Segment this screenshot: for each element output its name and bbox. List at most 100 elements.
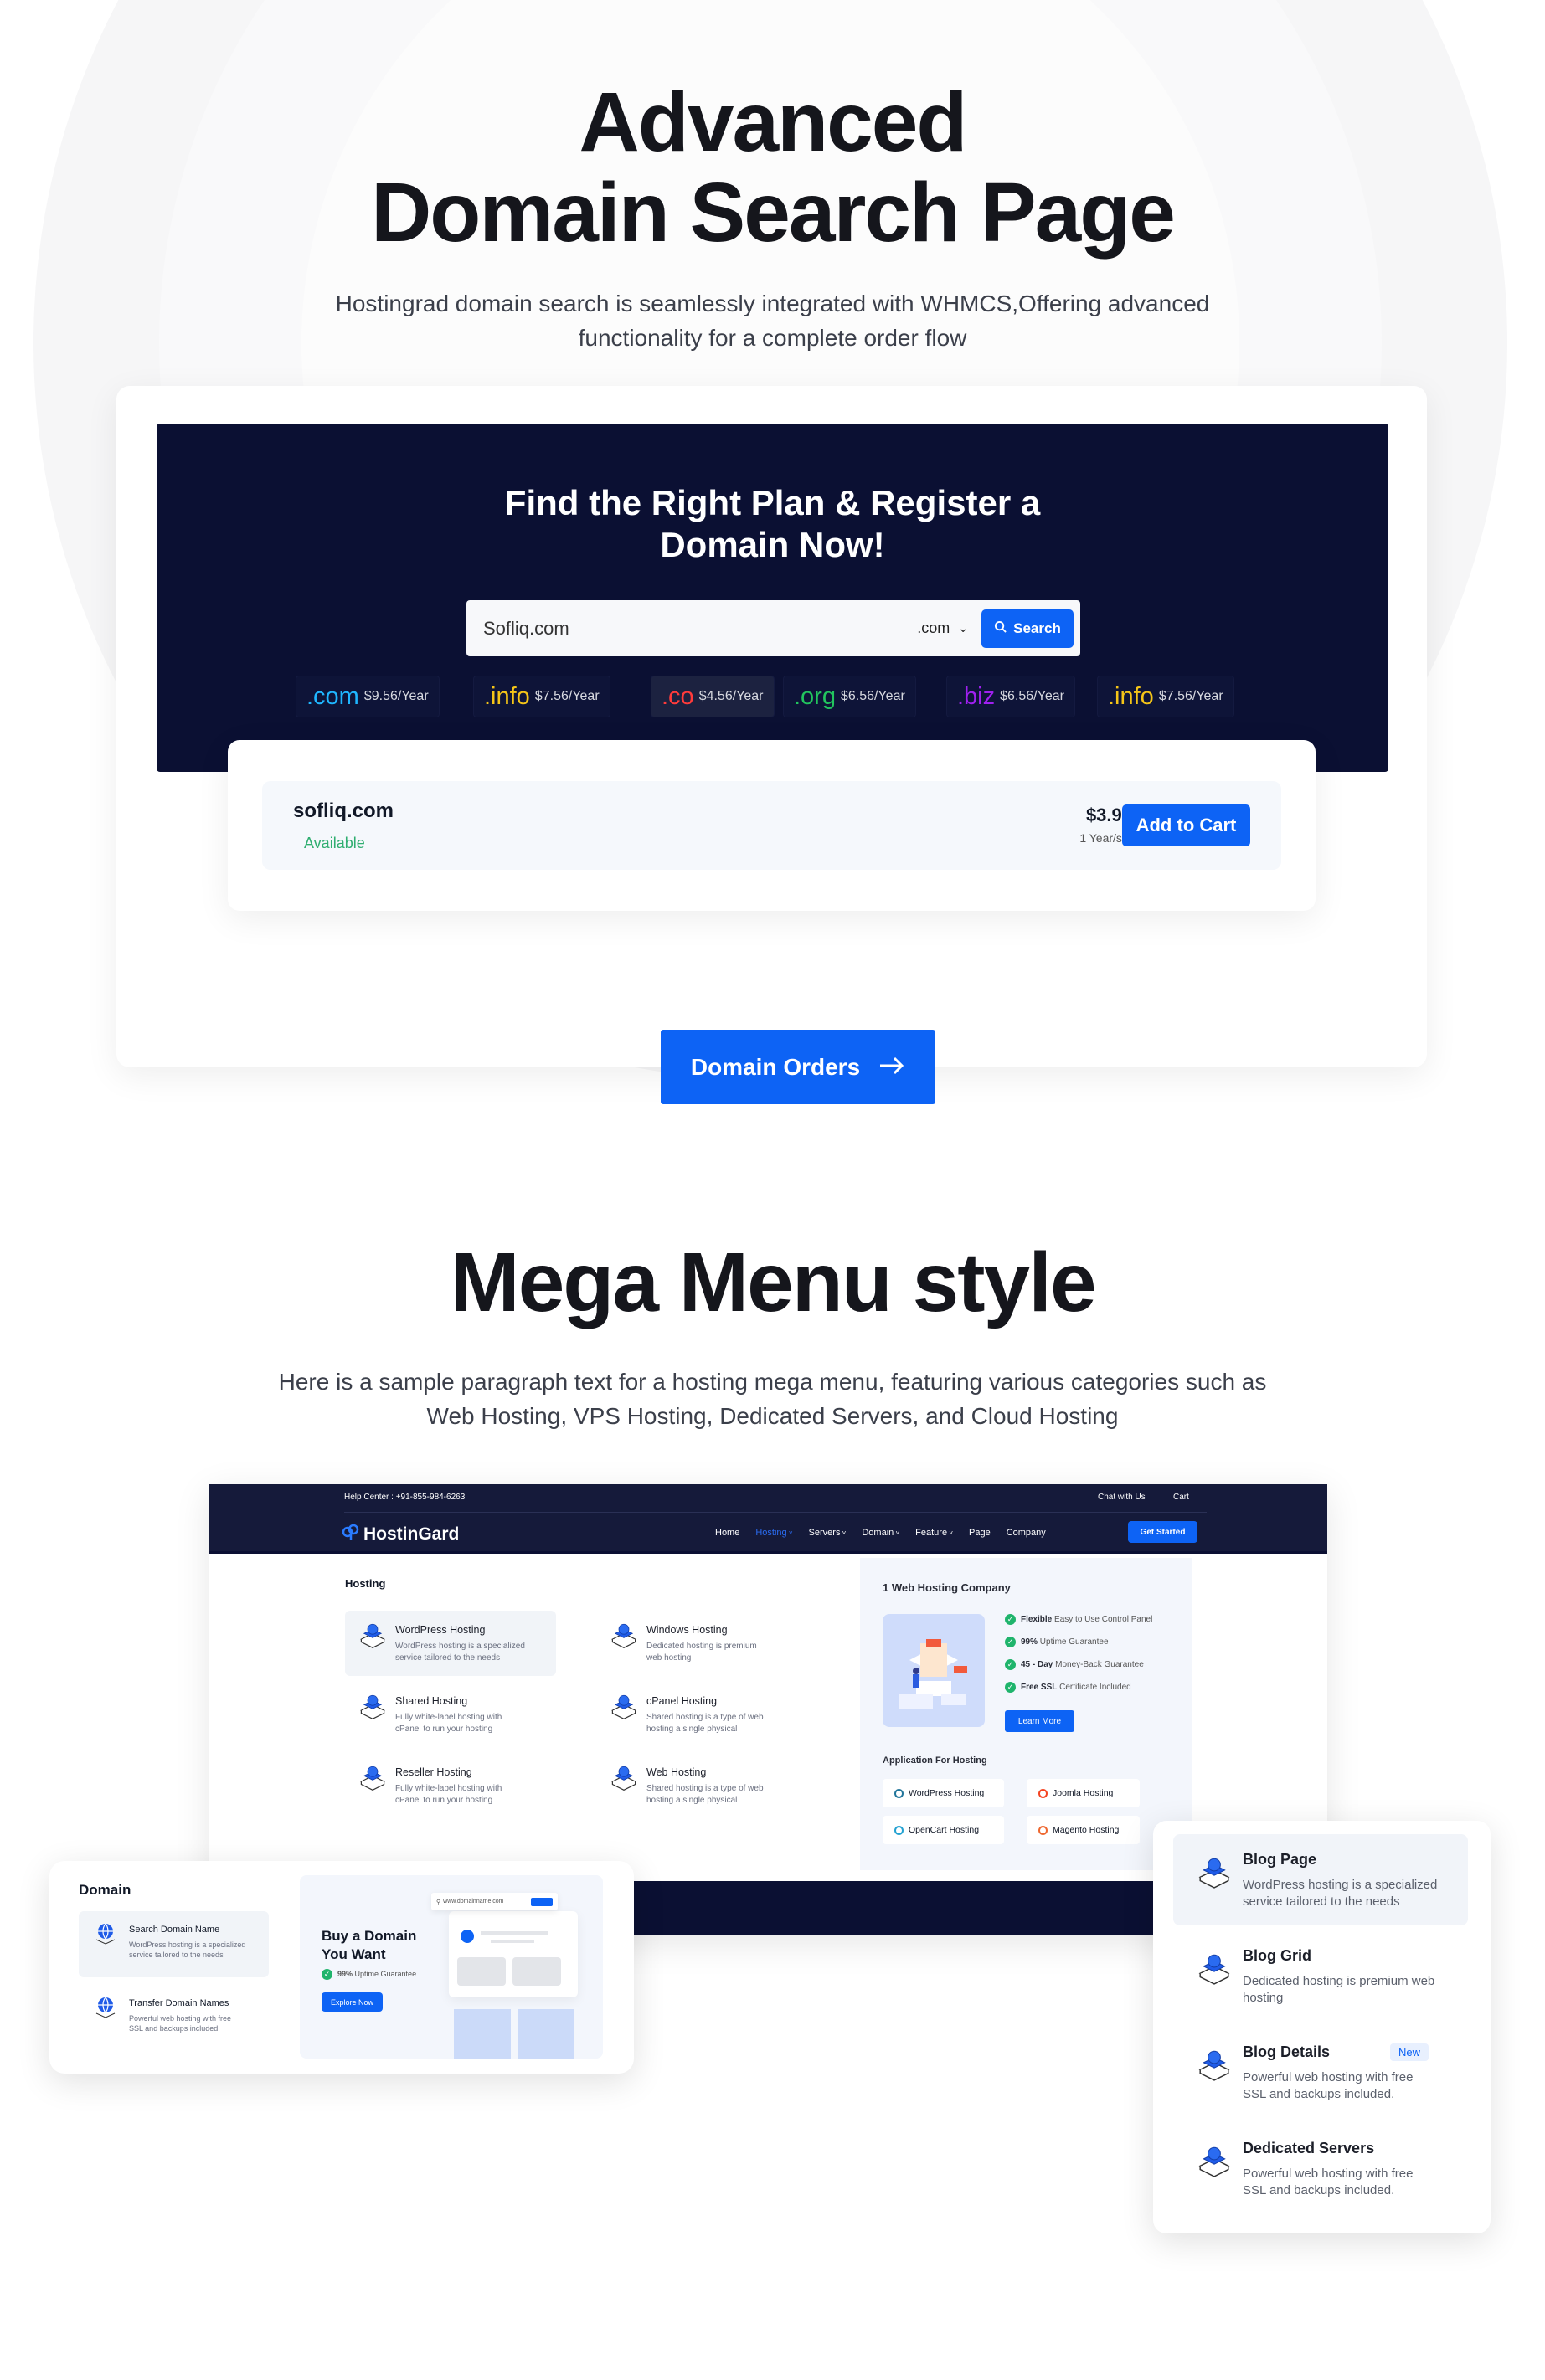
paragraph-line: Web Hosting, VPS Hosting, Dedicated Serv… <box>426 1403 1119 1429</box>
mock-result-card <box>449 1911 578 1997</box>
promo-heading: Buy a Domain You Want <box>322 1927 416 1964</box>
subtitle-line: functionality for a complete order flow <box>578 325 967 351</box>
pages-menu-item[interactable]: Blog Grid Dedicated hosting is premium we… <box>1173 1947 1468 2023</box>
hosting-menu-item[interactable]: WordPress Hosting WordPress hosting is a … <box>345 1621 563 1679</box>
chevron-down-icon: ˅ <box>947 1529 953 1537</box>
domain-menu-item[interactable]: Search Domain Name WordPress hosting is a… <box>94 1921 278 1971</box>
item-desc: Dedicated hosting is premium web hosting <box>646 1641 814 1664</box>
cart-link[interactable]: Cart <box>1173 1493 1189 1502</box>
feature-bold: Flexible <box>1021 1615 1053 1625</box>
get-started-button[interactable]: Get Started <box>1128 1521 1197 1543</box>
arrow-right-icon <box>878 1054 905 1081</box>
logo[interactable]: HostinGard <box>342 1523 459 1545</box>
desc-line: web hosting <box>646 1653 692 1663</box>
hosting-menu-item[interactable]: Reseller Hosting Fully white-label hostin… <box>345 1763 563 1822</box>
nav-item-home[interactable]: Home <box>715 1528 739 1538</box>
item-desc: Fully white-label hosting with cPanel to … <box>395 1712 563 1735</box>
globe-icon <box>94 1995 117 2018</box>
nav-item-hosting[interactable]: Hosting ˅ <box>755 1528 792 1538</box>
result-domain: sofliq.com <box>293 799 394 822</box>
app-hosting-link[interactable]: WordPress Hosting <box>883 1779 1004 1807</box>
placeholder-line <box>481 1931 548 1935</box>
app-label: Magento Hosting <box>1053 1825 1120 1835</box>
explore-now-button[interactable]: Explore Now <box>322 1992 383 2012</box>
tld-chip[interactable]: .co $4.56/Year <box>651 676 775 717</box>
hosting-menu-item[interactable]: Web Hosting Shared hosting is a type of w… <box>596 1763 814 1822</box>
section-title: Mega Menu style <box>450 1236 1096 1329</box>
section-paragraph: Here is a sample paragraph text for a ho… <box>0 1365 1545 1433</box>
title-line: Domain Search Page <box>371 166 1176 260</box>
wordpress-icon <box>894 1788 904 1798</box>
tld-select-value: .com <box>917 619 950 636</box>
heading-line: Domain Now! <box>660 525 885 564</box>
mock-search-bar: ⚲ www.domainname.com <box>431 1893 558 1910</box>
promo-feature: ✓ 99% Uptime Guarantee <box>1005 1637 1152 1659</box>
hosting-menu-item[interactable]: Shared Hosting Fully white-label hosting … <box>345 1692 563 1750</box>
check-icon: ✓ <box>1005 1682 1016 1693</box>
nav-label: Company <box>1006 1528 1046 1538</box>
feature-text: Money-Back Guarantee <box>1055 1660 1144 1670</box>
tld-chip[interactable]: .info $7.56/Year <box>473 676 610 717</box>
cloud-logo-icon <box>342 1523 360 1545</box>
item-title: cPanel Hosting <box>646 1695 718 1707</box>
chat-link[interactable]: Chat with Us <box>1098 1493 1146 1502</box>
tld-select[interactable]: .com ⌄ <box>917 619 968 637</box>
item-desc: Shared hosting is a type of web hosting a… <box>646 1712 814 1735</box>
desc-line: cPanel to run your hosting <box>395 1796 493 1805</box>
add-to-cart-button[interactable]: Add to Cart <box>1122 804 1250 846</box>
title-line: Advanced <box>579 75 968 169</box>
domain-search-bar: .com ⌄ Search <box>466 600 1080 656</box>
item-desc: WordPress hosting is a specialized servic… <box>395 1641 563 1664</box>
tld-chip[interactable]: .info $7.56/Year <box>1097 676 1234 717</box>
nav-item-feature[interactable]: Feature ˅ <box>915 1528 953 1538</box>
app-hosting-link[interactable]: OpenCart Hosting <box>883 1816 1004 1844</box>
pages-menu-item[interactable]: Blog Details Powerful web hosting with fr… <box>1173 2043 1468 2119</box>
desc-line: Dedicated hosting is premium <box>646 1642 757 1651</box>
nav-item-page[interactable]: Page <box>969 1528 991 1538</box>
mock-search-button <box>531 1897 553 1906</box>
globe-icon <box>94 1921 117 1945</box>
learn-more-button[interactable]: Learn More <box>1005 1710 1074 1732</box>
pages-menu-item[interactable]: Dedicated Servers Powerful web hosting wi… <box>1173 2140 1468 2215</box>
search-label: Search <box>1013 619 1061 636</box>
hosting-menu-item[interactable]: cPanel Hosting Shared hosting is a type o… <box>596 1692 814 1750</box>
placeholder-line <box>491 1940 534 1943</box>
cloud-server-icon <box>1197 2047 1232 2082</box>
new-badge: New <box>1390 2043 1429 2061</box>
paragraph-line: Here is a sample paragraph text for a ho… <box>278 1369 1267 1395</box>
promo-feature: ✓ Flexible Easy to Use Control Panel <box>1005 1614 1152 1637</box>
section-title: Advanced Domain Search Page <box>0 77 1545 258</box>
nav-item-servers[interactable]: Servers ˅ <box>809 1528 847 1538</box>
pages-menu-item[interactable]: Blog Page WordPress hosting is a speciali… <box>1173 1851 1468 1926</box>
desc-line: service tailored to the needs <box>1243 1894 1400 1909</box>
app-hosting-link[interactable]: Joomla Hosting <box>1027 1779 1140 1807</box>
period-value: 1 Year/s <box>1079 831 1122 845</box>
feature-text: Certificate Included <box>1059 1683 1131 1693</box>
domain-orders-button[interactable]: Domain Orders <box>661 1030 935 1104</box>
chevron-down-icon: ˅ <box>786 1529 793 1537</box>
desc-line: WordPress hosting is a specialized <box>129 1940 246 1949</box>
tld-extension: .co <box>662 682 694 710</box>
tld-chip[interactable]: .org $6.56/Year <box>783 676 916 717</box>
nav-item-domain[interactable]: Domain ˅ <box>862 1528 899 1538</box>
promo-panel: 1 Web Hosting Company ✓ Flexible Easy to … <box>860 1558 1192 1870</box>
tld-chip[interactable]: .com $9.56/Year <box>296 676 440 717</box>
item-title: Blog Grid <box>1243 1947 1311 1964</box>
domain-menu-item[interactable]: Transfer Domain Names Powerful web hostin… <box>94 1995 278 2045</box>
hosting-menu-item[interactable]: Windows Hosting Dedicated hosting is prem… <box>596 1621 814 1679</box>
domain-search-input[interactable] <box>483 617 918 640</box>
joomla-icon <box>1038 1788 1048 1798</box>
item-title: Search Domain Name <box>129 1925 220 1935</box>
tld-chip[interactable]: .biz $6.56/Year <box>946 676 1075 717</box>
nav-item-company[interactable]: Company <box>1007 1528 1046 1538</box>
check-icon <box>461 1930 474 1943</box>
app-hosting-link[interactable]: Magento Hosting <box>1027 1816 1140 1844</box>
tld-price: $6.56/Year <box>840 689 905 703</box>
nav-label: Feature <box>915 1528 948 1538</box>
placeholder-block <box>512 1957 561 1986</box>
desc-line: SSL and backups included. <box>1243 2183 1395 2198</box>
search-button[interactable]: Search <box>981 609 1074 648</box>
divider <box>344 1512 1207 1513</box>
tld-price: $7.56/Year <box>1158 689 1223 703</box>
server-illustration <box>883 1614 985 1727</box>
